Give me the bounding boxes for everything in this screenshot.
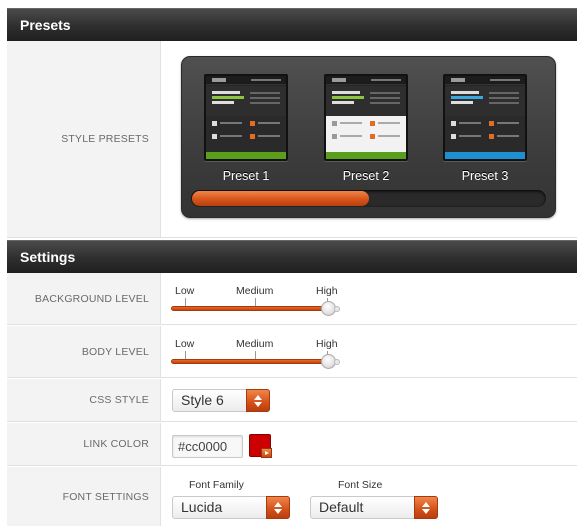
body-level-low-label: Low: [175, 338, 195, 350]
settings-section-title: Settings: [20, 249, 76, 265]
settings-section-header: Settings: [7, 240, 577, 273]
font-size-value: Default: [319, 499, 364, 515]
background-level-high-label: High: [316, 285, 338, 297]
body-level-label: BODY LEVEL: [7, 326, 161, 377]
body-level-row: BODY LEVEL Low Medium High: [7, 326, 577, 378]
background-level-slider[interactable]: Low Medium High: [171, 273, 346, 325]
font-family-value: Lucida: [181, 499, 223, 515]
font-settings-label: FONT SETTINGS: [7, 467, 161, 526]
preset-3[interactable]: Preset 3: [443, 74, 527, 183]
font-family-label: Font Family: [189, 479, 244, 491]
background-level-label: BACKGROUND LEVEL: [7, 273, 161, 324]
font-size-select[interactable]: Default: [310, 496, 438, 519]
css-style-row: CSS STYLE Style 6: [7, 379, 577, 422]
preset-scrollbar[interactable]: [191, 190, 546, 207]
preset-2-label: Preset 2: [342, 169, 390, 183]
style-presets-content: Preset 1 Preset 2 Preset 3: [162, 41, 577, 237]
font-family-stepper-button[interactable]: [266, 496, 290, 519]
preset-3-accent: [445, 152, 525, 159]
preset-1-accent: [206, 152, 286, 159]
font-family-select[interactable]: Lucida: [172, 496, 290, 519]
preset-scrollbar-thumb[interactable]: [192, 191, 369, 206]
body-level-high-label: High: [316, 338, 338, 350]
css-style-stepper-button[interactable]: [246, 389, 270, 412]
preset-1-label: Preset 1: [222, 169, 270, 183]
preset-1[interactable]: Preset 1: [204, 74, 288, 183]
arrow-up-icon: [274, 502, 282, 507]
link-color-label: LINK COLOR: [7, 423, 161, 465]
link-color-input[interactable]: [172, 435, 243, 458]
presets-section-header: Presets: [7, 8, 577, 41]
css-style-value: Style 6: [181, 392, 224, 408]
body-level-track[interactable]: [171, 359, 331, 364]
style-presets-row: STYLE PRESETS Preset 1 Preset 2 Preset 3: [7, 41, 577, 238]
font-size-stepper-button[interactable]: [414, 496, 438, 519]
link-color-swatch[interactable]: [249, 434, 272, 458]
style-presets-label: STYLE PRESETS: [7, 41, 161, 237]
background-level-track[interactable]: [171, 306, 331, 311]
arrow-down-icon: [274, 509, 282, 514]
body-level-slider[interactable]: Low Medium High: [171, 326, 346, 378]
arrow-up-icon: [254, 395, 262, 400]
link-color-row: LINK COLOR: [7, 423, 577, 466]
font-size-label: Font Size: [338, 479, 383, 491]
css-style-label: CSS STYLE: [7, 379, 161, 421]
arrow-up-icon: [422, 502, 430, 507]
body-level-medium-label: Medium: [236, 338, 274, 350]
preset-3-thumbnail[interactable]: [443, 74, 527, 161]
preset-1-thumbnail[interactable]: [204, 74, 288, 161]
preset-3-label: Preset 3: [461, 169, 509, 183]
preset-carousel: Preset 1 Preset 2 Preset 3: [181, 56, 556, 218]
preset-2-thumbnail[interactable]: [324, 74, 408, 161]
preset-2[interactable]: Preset 2: [324, 74, 408, 183]
arrow-down-icon: [254, 402, 262, 407]
font-settings-row: FONT SETTINGS Font Family Lucida Font Si…: [7, 467, 577, 526]
arrow-down-icon: [422, 509, 430, 514]
color-picker-open-icon[interactable]: [261, 448, 272, 458]
css-style-select[interactable]: Style 6: [172, 389, 270, 412]
presets-section-title: Presets: [20, 17, 71, 33]
background-level-medium-label: Medium: [236, 285, 274, 297]
preset-2-accent: [326, 152, 406, 159]
background-level-row: BACKGROUND LEVEL Low Medium High: [7, 273, 577, 325]
background-level-low-label: Low: [175, 285, 195, 297]
